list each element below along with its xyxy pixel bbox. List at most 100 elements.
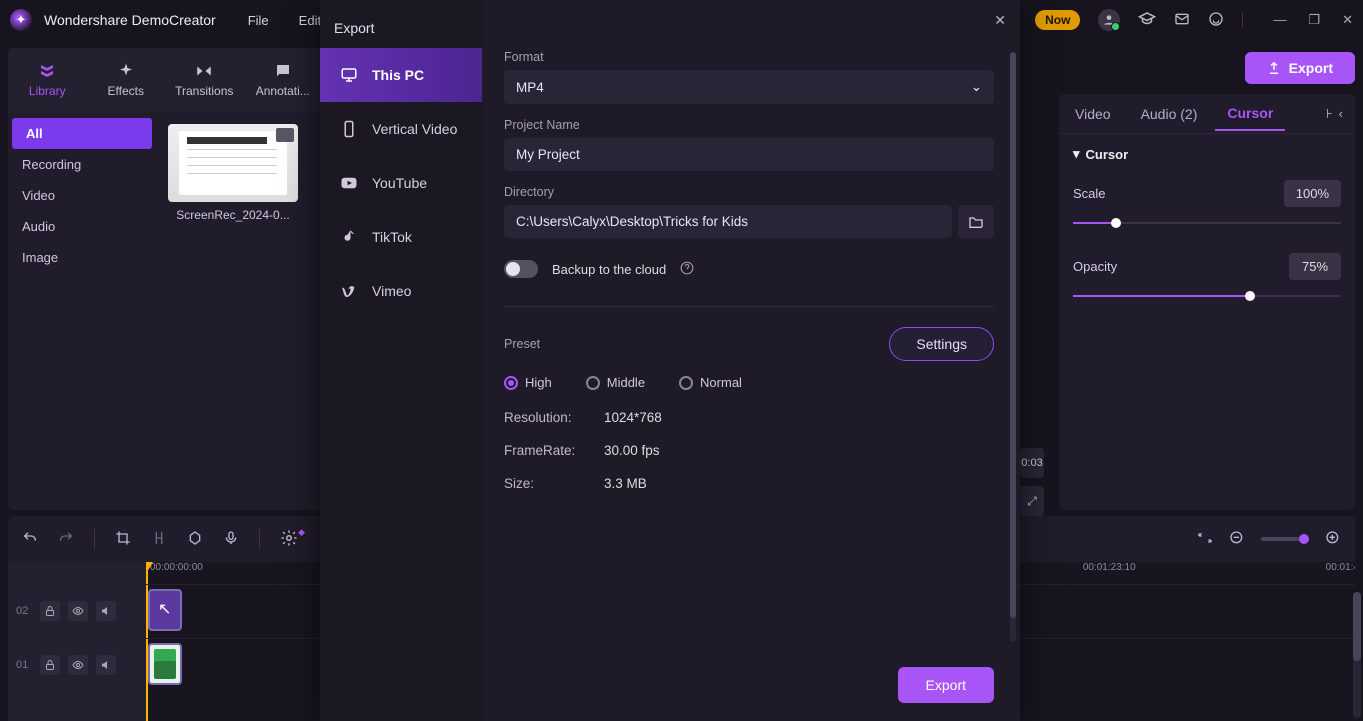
marker-button[interactable] [187,530,203,549]
ruler-mark: 00:00:00:00 [150,562,203,584]
clip-cursor[interactable] [148,589,182,631]
preset-normal-label: Normal [700,375,742,390]
fit-timeline-button[interactable] [1197,530,1213,549]
app-title: Wondershare DemoCreator [44,12,216,28]
preset-middle-label: Middle [607,375,645,390]
undo-button[interactable] [22,530,38,549]
category-audio[interactable]: Audio [8,211,156,242]
dialog-title: Export [334,20,374,36]
cursor-section-header[interactable]: ▾ Cursor [1073,146,1341,162]
voiceover-button[interactable] [223,530,239,549]
category-image[interactable]: Image [8,242,156,273]
preset-settings-button[interactable]: Settings [889,327,994,361]
crop-button[interactable] [115,530,131,549]
opacity-label: Opacity [1073,259,1117,274]
dest-label: Vimeo [372,283,411,299]
category-video[interactable]: Video [8,180,156,211]
size-value: 3.3 MB [604,476,647,491]
inspector-tab-video[interactable]: Video [1063,98,1123,130]
inspector-tab-cursor[interactable]: Cursor [1215,97,1285,131]
dest-tiktok[interactable]: TikTok [320,210,482,264]
pc-icon [340,66,358,84]
tiktok-icon [340,228,358,246]
zoom-slider[interactable] [1261,537,1309,541]
vimeo-icon [340,282,358,300]
zoom-out-button[interactable] [1229,530,1245,549]
phone-icon [340,120,358,138]
mute-icon[interactable] [96,601,116,621]
window-maximize[interactable]: ❐ [1308,12,1320,28]
scale-value[interactable]: 100% [1284,180,1341,207]
lock-icon[interactable] [40,655,60,675]
export-go-button[interactable]: Export [898,667,994,703]
category-recording[interactable]: Recording [8,149,156,180]
preset-middle[interactable]: Middle [586,375,645,390]
timeline-scrollbar[interactable] [1353,592,1361,718]
directory-input[interactable]: C:\Users\Calyx\Desktop\Tricks for Kids [504,205,952,238]
backup-label: Backup to the cloud [552,262,666,277]
project-name-input[interactable]: My Project [504,138,994,171]
eye-icon[interactable] [68,601,88,621]
tab-annotations[interactable]: Annotati... [244,48,323,112]
track-header-1: 01 [8,638,146,692]
user-avatar[interactable] [1098,9,1120,31]
preset-high[interactable]: High [504,375,552,390]
clip-thumbnail [168,124,298,202]
dialog-close-button[interactable]: ✕ [994,12,1006,29]
ruler-mark: 00:01:23:10 [1083,562,1136,584]
mail-icon[interactable] [1174,11,1190,30]
window-minimize[interactable]: — [1273,12,1286,28]
dest-this-pc[interactable]: This PC [320,48,482,102]
dest-youtube[interactable]: YouTube [320,156,482,210]
support-icon[interactable] [1208,11,1224,30]
eye-icon[interactable] [68,655,88,675]
dialog-scrollbar[interactable] [1010,52,1016,642]
opacity-value[interactable]: 75% [1289,253,1341,280]
mute-icon[interactable] [96,655,116,675]
track-header-2: 02 [8,584,146,638]
tab-transitions-label: Transitions [175,84,233,98]
menu-edit[interactable]: Edit [299,13,321,28]
inspector-tab-more[interactable]: ⊦ [1326,106,1333,122]
youtube-icon [340,174,358,192]
tab-transitions[interactable]: Transitions [165,48,244,112]
help-icon[interactable] [680,261,694,278]
window-close[interactable]: ✕ [1342,12,1353,28]
resolution-label: Resolution: [504,410,584,425]
dest-vertical-video[interactable]: Vertical Video [320,102,482,156]
tab-effects[interactable]: Effects [87,48,166,112]
inspector-panel: Video Audio (2) Cursor ⊦ ‹ ▾ Cursor Scal… [1059,94,1355,510]
clip-label: ScreenRec_2024-0... [168,208,298,222]
menu-file[interactable]: File [248,13,269,28]
tab-library[interactable]: Library [8,48,87,112]
opacity-slider[interactable] [1073,288,1341,304]
format-select[interactable]: MP4 ⌄ [504,70,994,104]
export-top-label: Export [1289,60,1333,76]
redo-button[interactable] [58,530,74,549]
upgrade-now-badge[interactable]: Now [1035,10,1080,30]
browse-folder-button[interactable] [958,205,994,238]
zoom-in-button[interactable] [1325,530,1341,549]
lock-icon[interactable] [40,601,60,621]
academy-icon[interactable] [1138,10,1156,31]
dest-vimeo[interactable]: Vimeo [320,264,482,318]
preset-normal[interactable]: Normal [679,375,742,390]
scale-slider[interactable] [1073,215,1341,231]
inspector-tab-prev[interactable]: ‹ [1339,106,1343,122]
settings-gear-button[interactable]: ◆ [280,529,298,550]
tab-effects-label: Effects [108,84,144,98]
preview-aspect-button[interactable]: ⤢ [1020,486,1044,516]
project-name-label: Project Name [504,118,994,132]
tab-library-label: Library [29,84,66,98]
separator [1242,12,1243,28]
export-top-button[interactable]: Export [1245,52,1355,84]
inspector-tab-audio[interactable]: Audio (2) [1129,98,1210,130]
dest-label: Vertical Video [372,121,457,137]
media-clip[interactable]: ScreenRec_2024-0... [168,124,298,222]
backup-toggle[interactable] [504,260,538,278]
clip-video[interactable] [148,643,182,685]
split-button[interactable] [151,530,167,549]
preset-high-label: High [525,375,552,390]
category-all[interactable]: All [12,118,152,149]
framerate-value: 30.00 fps [604,443,660,458]
